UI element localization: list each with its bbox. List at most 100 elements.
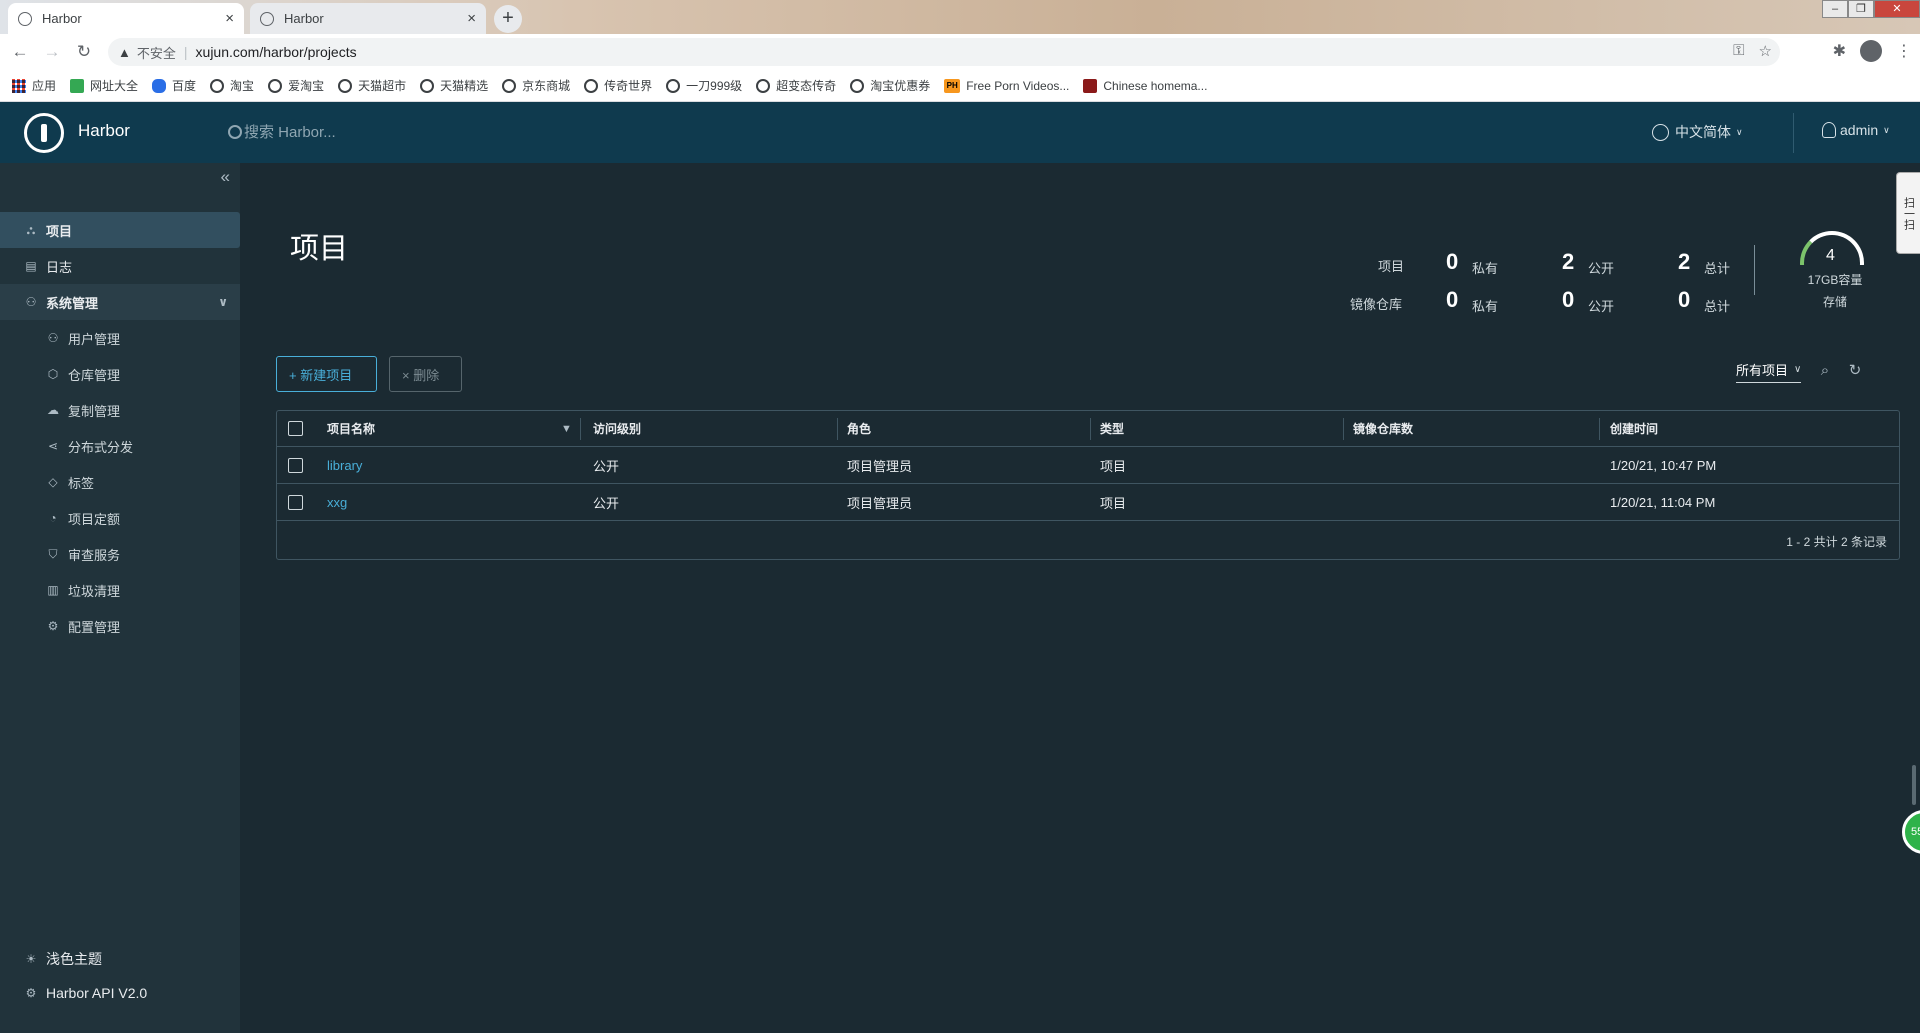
access-level: 公开 bbox=[593, 495, 620, 511]
filter-value: 所有项目 bbox=[1736, 363, 1789, 378]
harbor-logo-icon[interactable] bbox=[24, 113, 64, 153]
sidebar-item-registries[interactable]: ⬡ 仓库管理 bbox=[0, 356, 240, 392]
column-header-name[interactable]: 项目名称 bbox=[327, 411, 375, 446]
reload-icon[interactable]: ↻ bbox=[72, 40, 96, 64]
refresh-icon[interactable]: ↻ bbox=[1846, 362, 1864, 380]
api-link[interactable]: ⚙ Harbor API V2.0 bbox=[24, 985, 148, 1001]
profile-avatar-icon[interactable] bbox=[1860, 40, 1882, 62]
side-floating-tab[interactable]: 扫一扫 bbox=[1896, 172, 1920, 254]
project-name-link[interactable]: xxg bbox=[327, 484, 347, 520]
sidebar-item-users[interactable]: ⚇ 用户管理 bbox=[0, 320, 240, 356]
row-checkbox[interactable] bbox=[288, 484, 303, 520]
globe-icon bbox=[666, 78, 681, 93]
bookmark-item[interactable]: 超变态传奇 bbox=[756, 77, 836, 94]
sidebar-item-projects[interactable]: ⛬ 项目 bbox=[0, 212, 240, 248]
restore-button[interactable]: ❐ bbox=[1848, 0, 1874, 18]
brand-name[interactable]: Harbor bbox=[78, 121, 130, 141]
total-label: 总计 bbox=[1704, 261, 1731, 276]
key-icon[interactable]: ⚿ bbox=[1733, 42, 1744, 60]
bookmark-item[interactable]: PH Free Porn Videos... bbox=[944, 78, 1069, 93]
warning-triangle-icon[interactable]: ▲ bbox=[118, 45, 131, 60]
sidebar-item-distributions[interactable]: ⋖ 分布式分发 bbox=[0, 428, 240, 464]
menu-kebab-icon[interactable]: ⋮ bbox=[1896, 41, 1912, 61]
delete-button[interactable]: × 删除 bbox=[389, 356, 462, 392]
bookmark-item[interactable]: 天猫超市 bbox=[338, 77, 406, 94]
column-header-repo-count[interactable]: 镜像仓库数 bbox=[1353, 411, 1413, 446]
theme-toggle[interactable]: ☀ 浅色主题 bbox=[24, 949, 102, 969]
sidebar-item-administration[interactable]: ⚇ 系统管理 ∨ bbox=[0, 284, 240, 320]
user-menu[interactable]: admin ∨ bbox=[1822, 122, 1890, 138]
filter-funnel-icon[interactable]: ▼ bbox=[561, 411, 572, 446]
column-header-type[interactable]: 类型 bbox=[1100, 411, 1124, 446]
minimize-button[interactable]: – bbox=[1822, 0, 1848, 18]
bookmark-item[interactable]: 淘宝 bbox=[210, 77, 254, 94]
bookmark-apps[interactable]: 应用 bbox=[12, 77, 56, 94]
browser-tab[interactable]: Harbor × bbox=[250, 3, 486, 34]
type: 项目 bbox=[1100, 495, 1127, 511]
column-header-created[interactable]: 创建时间 bbox=[1610, 411, 1658, 446]
baidu-paw-icon bbox=[152, 78, 167, 93]
api-label: Harbor API V2.0 bbox=[46, 985, 148, 1001]
sidebar-item-configuration[interactable]: ⚙ 配置管理 bbox=[0, 608, 240, 644]
browser-tab-active[interactable]: Harbor × bbox=[8, 3, 244, 34]
sidebar-item-gc[interactable]: ▥ 垃圾清理 bbox=[0, 572, 240, 608]
row-checkbox[interactable] bbox=[288, 447, 303, 483]
search-input[interactable]: 搜索 Harbor... bbox=[244, 121, 336, 142]
address-bar[interactable]: ▲ 不安全 | xujun.com/harbor/projects ⚿ ☆ bbox=[108, 38, 1780, 66]
column-header-role[interactable]: 角色 bbox=[847, 411, 871, 446]
new-tab-button[interactable]: + bbox=[494, 5, 522, 33]
storage-capacity: 17GB容量 bbox=[1807, 273, 1863, 287]
bookmark-label: 天猫超市 bbox=[358, 79, 407, 93]
sidebar-item-label: 用户管理 bbox=[68, 331, 121, 347]
globe-icon bbox=[268, 78, 283, 93]
shield-icon: ⛉ bbox=[48, 546, 58, 561]
column-header-access[interactable]: 访问级别 bbox=[593, 411, 641, 446]
bookmark-item[interactable]: 天猫精选 bbox=[420, 77, 488, 94]
bookmark-item[interactable]: 网址大全 bbox=[70, 77, 138, 94]
globe-icon bbox=[338, 78, 353, 93]
harbor-favicon-icon bbox=[18, 11, 32, 26]
bookmark-item[interactable]: 百度 bbox=[152, 77, 196, 94]
bookmark-item[interactable]: 京东商城 bbox=[502, 77, 570, 94]
bookmark-item[interactable]: Chinese homema... bbox=[1083, 78, 1207, 93]
url-text[interactable]: xujun.com/harbor/projects bbox=[196, 44, 357, 60]
sidebar-item-labels[interactable]: ◇ 标签 bbox=[0, 464, 240, 500]
sidebar-item-interrogation[interactable]: ⛉ 审查服务 bbox=[0, 536, 240, 572]
project-name-link[interactable]: library bbox=[327, 447, 362, 483]
extensions-icon[interactable]: ✱ bbox=[1833, 41, 1846, 61]
toolbar-right: ✱ ⋮ bbox=[1833, 40, 1912, 62]
project-filter-select[interactable]: 所有项目 ∨ bbox=[1736, 360, 1802, 383]
collapse-sidebar-icon[interactable]: « bbox=[221, 167, 230, 187]
browser-tab-bar: Harbor × Harbor × + – ❐ ✕ bbox=[0, 0, 1920, 34]
forward-arrow-icon[interactable]: → bbox=[40, 40, 64, 64]
browser-toolbar: ← → ↻ ▲ 不安全 | xujun.com/harbor/projects … bbox=[0, 34, 1920, 70]
globe-icon bbox=[210, 78, 225, 93]
storage-value: 4 bbox=[1826, 247, 1835, 264]
tab-close-icon[interactable]: × bbox=[225, 10, 234, 27]
select-all-checkbox[interactable] bbox=[288, 411, 303, 446]
bookmark-star-icon[interactable]: ☆ bbox=[1759, 42, 1772, 60]
app-header: Harbor 搜索 Harbor... 中文简体 ∨ admin ∨ bbox=[0, 102, 1920, 163]
sidebar-item-quotas[interactable]: ◔ 项目定额 bbox=[0, 500, 240, 536]
new-project-button[interactable]: + 新建项目 bbox=[276, 356, 377, 392]
sun-icon: ☀ bbox=[25, 952, 37, 966]
bookmark-item[interactable]: 一刀999级 bbox=[666, 77, 742, 94]
back-arrow-icon[interactable]: ← bbox=[8, 40, 32, 64]
distribution-icon: ⋖ bbox=[47, 439, 59, 453]
globe-icon bbox=[756, 78, 771, 93]
search-icon[interactable]: ⌕ bbox=[1816, 362, 1834, 380]
ph-icon: PH bbox=[944, 78, 961, 93]
global-search[interactable]: 搜索 Harbor... bbox=[228, 121, 336, 142]
bookmark-item[interactable]: 爱淘宝 bbox=[268, 77, 324, 94]
tab-close-icon[interactable]: × bbox=[467, 10, 476, 27]
language-selector[interactable]: 中文简体 ∨ bbox=[1652, 122, 1743, 142]
sidebar-item-logs[interactable]: ▤ 日志 bbox=[0, 248, 240, 284]
window-close-button[interactable]: ✕ bbox=[1874, 0, 1920, 18]
creation-time: 1/20/21, 10:47 PM bbox=[1610, 457, 1717, 473]
scroll-handle[interactable] bbox=[1912, 765, 1916, 805]
bookmark-item[interactable]: 传奇世界 bbox=[584, 77, 652, 94]
role: 项目管理员 bbox=[847, 458, 913, 474]
sidebar-item-replications[interactable]: ☁ 复制管理 bbox=[0, 392, 240, 428]
bookmark-item[interactable]: 淘宝优惠券 bbox=[850, 77, 930, 94]
tab-title: Harbor bbox=[42, 11, 82, 26]
